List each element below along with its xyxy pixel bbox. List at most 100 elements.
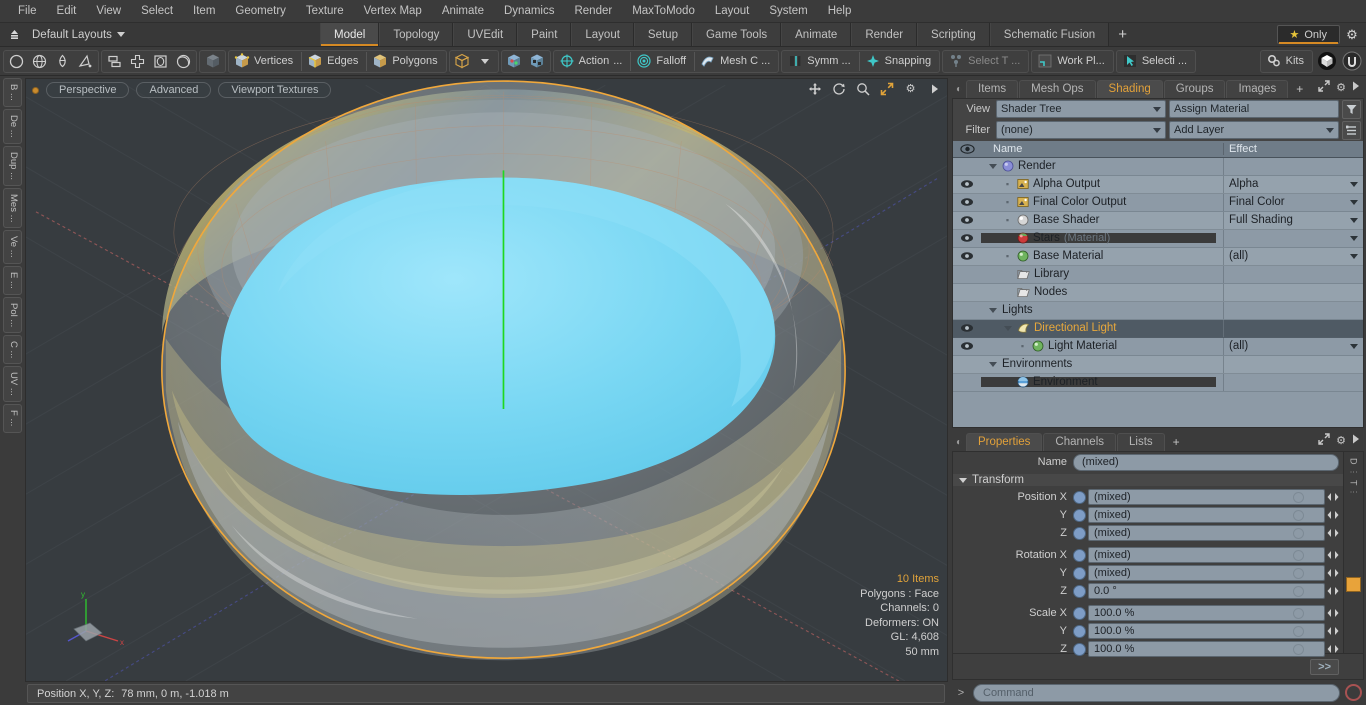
drop-icon[interactable] [51,51,74,72]
shader-tree-row[interactable]: ▪ Light Material (all) [953,337,1363,356]
reset-circle-icon[interactable] [1293,527,1304,539]
layout-tab-schematic-fusion[interactable]: Schematic Fusion [989,23,1110,46]
rotate-icon[interactable] [831,81,846,96]
texture-a-icon[interactable] [503,51,526,72]
property-input[interactable]: 100.0 % [1088,641,1325,658]
chevron-right-icon[interactable] [927,81,942,96]
tab-items[interactable]: Items [966,79,1019,98]
color-swatch[interactable] [1346,577,1361,593]
mode-edges-button[interactable]: Edges [303,51,365,72]
property-input[interactable]: 100.0 % [1088,605,1325,622]
kits-button[interactable]: Kits [1262,51,1311,72]
menu-item-system[interactable]: System [759,3,817,19]
layout-tab-setup[interactable]: Setup [633,23,692,46]
property-input[interactable]: (mixed) [1088,525,1325,542]
stepper-arrows-icon[interactable] [1325,507,1341,523]
eye-visibility-icon[interactable] [953,197,981,207]
shader-tree-row-effect[interactable]: Alpha [1223,175,1363,193]
twisty-open-icon[interactable] [1002,325,1013,331]
menu-item-item[interactable]: Item [183,3,225,19]
menu-item-maxtomodo[interactable]: MaxToModo [622,3,705,19]
channel-indicator-icon[interactable] [1073,624,1086,638]
menu-item-render[interactable]: Render [564,3,622,19]
add-layout-tab-button[interactable]: + [1109,23,1136,46]
menu-item-dynamics[interactable]: Dynamics [494,3,564,19]
expand-icon[interactable] [1318,433,1330,448]
shader-tree-row-effect[interactable]: Final Color [1223,193,1363,211]
tab-channels[interactable]: Channels [1043,433,1117,452]
channel-indicator-icon[interactable] [1073,548,1086,562]
modo-sphere-icon[interactable] [1315,51,1338,72]
property-input[interactable]: 0.0 ° [1088,583,1325,600]
tab-shading[interactable]: Shading [1096,79,1163,98]
stepper-arrows-icon[interactable] [1325,525,1341,541]
shader-tree-row[interactable]: Stars (Material) [953,229,1363,248]
shader-add-tab-button[interactable]: + [1289,80,1310,98]
expand-icon[interactable] [1318,80,1330,95]
shader-tree-row[interactable]: Environment [953,373,1363,392]
shader-tree-row-effect[interactable]: Full Shading [1223,211,1363,229]
tab-groups[interactable]: Groups [1163,79,1226,98]
property-input[interactable]: (mixed) [1088,547,1325,564]
tool-tab-8[interactable]: UV ... [3,366,22,403]
reset-circle-icon[interactable] [1293,567,1304,579]
globe-icon[interactable] [28,51,51,72]
stepper-arrows-icon[interactable] [1325,489,1341,505]
menu-item-animate[interactable]: Animate [432,3,494,19]
tab-lists[interactable]: Lists [1117,433,1165,452]
item-cube-icon[interactable] [201,51,224,72]
chevron-down-icon[interactable] [474,51,497,72]
reset-circle-icon[interactable] [1293,643,1304,655]
eye-visibility-icon[interactable] [953,215,981,225]
reset-circle-icon[interactable] [1293,607,1304,619]
shader-tree-row[interactable]: Directional Light [953,319,1363,338]
gear-icon[interactable]: ⚙ [1342,27,1362,43]
shader-tree-row[interactable]: Render [953,157,1363,176]
mode-polygons-button[interactable]: Polygons [368,51,444,72]
twisty-open-icon[interactable] [987,361,998,367]
layout-tab-paint[interactable]: Paint [517,23,572,46]
shader-tree-row[interactable]: ▪ Final Color Output Final Color [953,193,1363,212]
twisty-closed-icon[interactable] [981,377,1216,388]
properties-add-tab-button[interactable]: + [1166,433,1187,451]
tab-mesh-ops[interactable]: Mesh Ops [1019,79,1096,98]
channel-indicator-icon[interactable] [1073,508,1086,522]
layout-tab-scripting[interactable]: Scripting [917,23,990,46]
tool-tab-6[interactable]: Pol ... [3,296,22,333]
square-in-square-icon[interactable] [149,51,172,72]
unreal-icon[interactable] [1340,51,1363,72]
shader-tree-row[interactable]: Lights [953,301,1363,320]
menu-item-geometry[interactable]: Geometry [225,3,296,19]
channel-indicator-icon[interactable] [1073,566,1086,580]
shader-tree-row-effect[interactable] [1223,229,1363,247]
twisty-open-icon[interactable] [987,307,998,313]
tab-properties[interactable]: Properties [966,433,1043,452]
tool-tab-7[interactable]: C ... [3,334,22,365]
channel-indicator-icon[interactable] [1073,584,1086,598]
command-input[interactable]: Command [973,683,1340,702]
texture-b-icon[interactable] [526,51,549,72]
twisty-closed-icon[interactable] [981,233,1216,244]
tool-tab-1[interactable]: De ... [3,108,22,144]
transform-section-header[interactable]: Transform [953,474,1343,487]
tool-tab-9[interactable]: F ... [3,404,22,433]
select-through-button[interactable]: Select T ... [944,51,1027,72]
property-input[interactable]: (mixed) [1088,565,1325,582]
stepper-arrows-icon[interactable] [1325,641,1341,657]
cube-outline-icon[interactable] [451,51,474,72]
shader-tree-rows[interactable]: Render ▪ Alpha Output Alpha ▪ Final Color Out… [953,157,1363,428]
eye-visibility-icon[interactable] [953,341,981,351]
eye-visibility-icon[interactable] [953,233,981,243]
menu-item-edit[interactable]: Edit [47,3,87,19]
move-icon[interactable] [807,81,822,96]
menu-item-vertex-map[interactable]: Vertex Map [354,3,432,19]
add-layer-dropdown[interactable]: Add Layer [1169,121,1339,140]
layout-tab-animate[interactable]: Animate [781,23,852,46]
eye-visibility-icon[interactable] [953,323,981,333]
gear-icon[interactable]: ⚙ [903,81,918,96]
expand-more-button[interactable]: >> [1310,658,1339,675]
eye-visibility-icon[interactable] [953,179,981,189]
panel-menu-icon[interactable]: ◐ [952,84,966,98]
mesh-constraint-button[interactable]: Mesh C ... [696,51,777,72]
falloff-button[interactable]: Falloff [632,51,693,72]
